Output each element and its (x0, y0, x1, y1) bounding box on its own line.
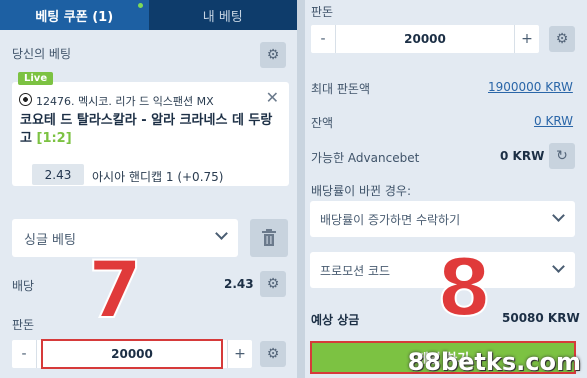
close-icon[interactable]: ✕ (266, 88, 279, 107)
stake-label: 판돈 (12, 318, 35, 332)
tab-my-bets[interactable]: 내 베팅 (148, 0, 297, 30)
tab-bet-coupon[interactable]: 베팅 쿠폰 (1) (0, 0, 149, 30)
expected-win-label: 예상 상금 (311, 313, 360, 327)
odds-settings-gear-icon[interactable]: ⚙ (260, 271, 286, 297)
panel-divider (297, 0, 305, 378)
odds-change-value: 배당률이 증가하면 수락하기 (320, 212, 461, 227)
advancebet-value: 0 KRW (500, 149, 545, 163)
match-name: 코요테 드 탈라스칼라 - 알라 크라네스 데 두랑고 [1:2] (20, 112, 282, 148)
balance-link[interactable]: 0 KRW (534, 114, 573, 128)
right-stake-plus-button[interactable]: + (515, 31, 539, 47)
max-stake-link[interactable]: 1900000 KRW (488, 80, 573, 94)
max-stake-label: 최대 판돈액 (311, 82, 371, 96)
settings-gear-icon[interactable]: ⚙ (260, 42, 286, 68)
stake-settings-gear-icon[interactable]: ⚙ (260, 341, 286, 367)
event-name: 12476. 멕시코. 리가 드 익스팬션 MX (36, 95, 214, 108)
match-score: [1:2] (36, 131, 72, 146)
bet-type-value: 싱글 베팅 (24, 232, 76, 248)
balance-label: 잔액 (311, 116, 334, 130)
stake-plus-button[interactable]: + (228, 346, 252, 362)
soccer-ball-icon (19, 93, 32, 106)
tab-bet-coupon-label: 베팅 쿠폰 (1) (35, 9, 114, 25)
my-bets-title: 당신의 베팅 (12, 47, 72, 61)
promo-code-placeholder: 프로모션 코드 (320, 263, 391, 278)
step-number-eight: 8 (436, 244, 492, 334)
right-stake-label: 판돈 (311, 5, 334, 19)
odds-change-label: 배당률이 바뀐 경우: (311, 184, 411, 198)
notification-dot-icon (137, 3, 143, 8)
odds-label: 배당 (12, 279, 35, 293)
stake-highlight-box (41, 339, 223, 369)
bet-slip-panel: 베팅 쿠폰 (1) 내 베팅 당신의 베팅 ⚙ 12476. 멕시코. 리가 드… (0, 0, 297, 378)
odds-value: 2.43 (224, 277, 254, 291)
stake-minus-button[interactable]: - (12, 346, 36, 362)
watermark: 88betks.com (407, 348, 581, 376)
right-stake-gear-icon[interactable]: ⚙ (549, 26, 575, 52)
right-stake-stepper: - 20000 + (311, 25, 539, 53)
odds-change-select[interactable]: 배당률이 증가하면 수락하기 (310, 201, 575, 237)
bet-market: 아시아 핸디캡 1 (+0.75) (92, 170, 224, 184)
chevron-down-icon (215, 227, 228, 240)
tab-my-bets-label: 내 베팅 (202, 9, 243, 25)
right-stake-input[interactable]: 20000 (335, 25, 515, 53)
trash-icon[interactable] (250, 219, 288, 257)
live-badge: Live (18, 72, 54, 85)
odds-change-chevron-down-icon (552, 209, 565, 222)
step-number-seven: 7 (87, 246, 143, 336)
promo-chevron-down-icon (552, 260, 565, 273)
bet-card: 12476. 멕시코. 리가 드 익스팬션 MX ✕ 코요테 드 탈라스칼라 -… (12, 82, 289, 186)
advancebet-label: 가능한 Advancebet (311, 151, 420, 165)
expected-win-value: 50080 KRW (502, 311, 580, 325)
tab-bar: 베팅 쿠폰 (1) 내 베팅 (0, 0, 297, 30)
bet-odd: 2.43 (32, 164, 84, 185)
right-stake-minus-button[interactable]: - (311, 31, 335, 47)
refresh-icon[interactable]: ↻ (549, 143, 575, 169)
